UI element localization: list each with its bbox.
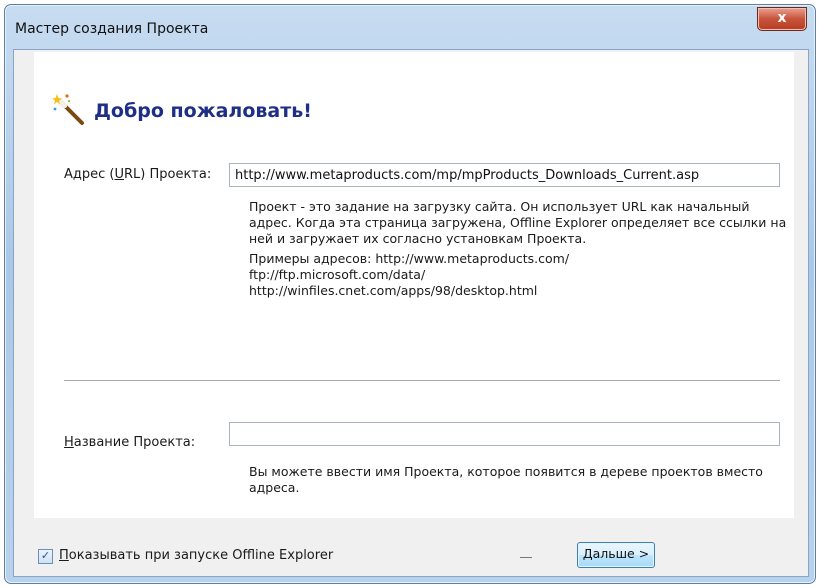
next-button[interactable]: Дальше > <box>577 542 655 568</box>
close-button[interactable]: x <box>757 7 807 31</box>
url-label: Адрес (URL) Проекта: <box>64 167 211 182</box>
url-label-post: RL) Проекта: <box>124 167 212 182</box>
project-name-help: Вы можете ввести имя Проекта, которое по… <box>249 464 763 495</box>
welcome-title: Добро пожаловать! <box>94 100 312 122</box>
next-button-mnemonic: Д <box>582 546 593 561</box>
show-at-startup-label-post: оказывать при запуске Offline Explorer <box>68 548 334 563</box>
url-label-mnemonic: U <box>114 167 124 182</box>
project-name-input[interactable] <box>229 422 780 446</box>
project-name-label-mnemonic: Н <box>64 435 74 450</box>
show-at-startup-checkbox[interactable]: ✓ <box>38 549 53 564</box>
project-url-input[interactable] <box>229 163 780 187</box>
show-at-startup-mnemonic: П <box>59 548 69 563</box>
window-title: Мастер создания Проекта <box>15 21 209 37</box>
next-button-label: альше > <box>592 546 650 561</box>
show-at-startup-label[interactable]: Показывать при запуске Offline Explorer <box>59 548 333 563</box>
url-examples-line2: ftp://ftp.microsoft.com/data/ <box>249 267 426 282</box>
project-name-label: Название Проекта: <box>64 435 195 450</box>
url-examples-line1: Примеры адресов: http://www.metaproducts… <box>249 251 570 266</box>
dialog-body: Добро пожаловать! Адрес (URL) Проекта: П… <box>13 49 809 577</box>
project-name-label-post: азвание Проекта: <box>73 435 196 450</box>
wizard-window: Мастер создания Проекта x Добро пожалова… <box>4 4 816 584</box>
url-help-text: Проект - это задание на загрузку сайта. … <box>249 199 789 299</box>
url-examples-line3: http://winfiles.cnet.com/apps/98/desktop… <box>249 283 538 298</box>
url-label-pre: Адрес ( <box>64 167 115 182</box>
wizard-page: Добро пожаловать! Адрес (URL) Проекта: П… <box>34 52 794 518</box>
separator-dash <box>520 557 532 558</box>
magic-wand-icon <box>52 94 84 125</box>
url-help-paragraph: Проект - это задание на загрузку сайта. … <box>249 199 787 246</box>
section-divider <box>64 380 780 382</box>
